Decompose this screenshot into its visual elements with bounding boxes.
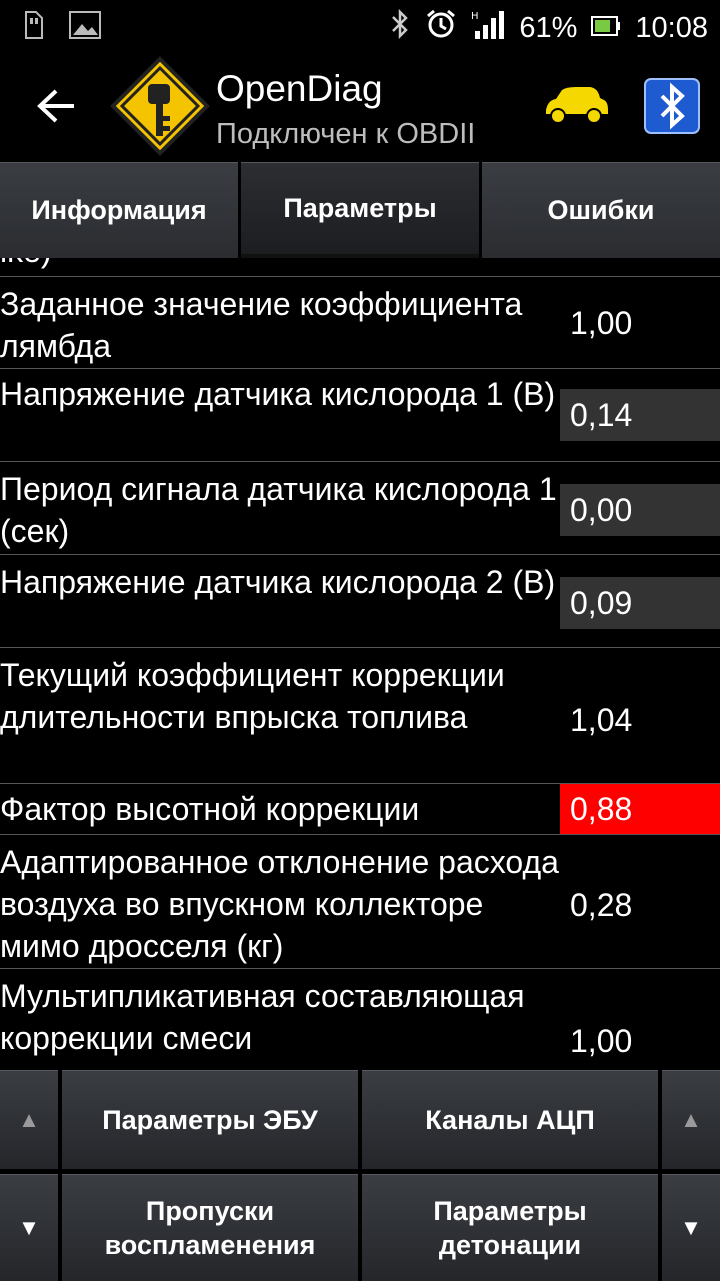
param-value-alert: 0,88 bbox=[560, 784, 720, 834]
list-item[interactable]: Адаптированное отклонение расхода воздух… bbox=[0, 834, 720, 969]
param-label: Период сигнала датчика кислорода 1 (сек) bbox=[0, 471, 557, 549]
battery-icon bbox=[591, 12, 621, 45]
list-item[interactable]: Напряжение датчика кислорода 2 (В) 0,09 bbox=[0, 554, 720, 648]
param-label: Напряжение датчика кислорода 1 (В) bbox=[0, 376, 556, 412]
misfire-button[interactable]: Пропуски воспламенения bbox=[62, 1174, 358, 1281]
param-label: Текущий коэффициент коррекции длительнос… bbox=[0, 657, 505, 735]
parameter-list[interactable]: ike) Заданное значение коэффициента лямб… bbox=[0, 258, 720, 1066]
param-label: Адаптированное отклонение расхода воздух… bbox=[0, 844, 559, 964]
param-value: 0,09 bbox=[560, 577, 720, 629]
list-item[interactable]: Текущий коэффициент коррекции длительнос… bbox=[0, 647, 720, 784]
knock-params-button[interactable]: Параметры детонации bbox=[362, 1174, 658, 1281]
scroll-down-left-button[interactable]: ▼ bbox=[0, 1174, 58, 1281]
arrow-down-icon: ▼ bbox=[680, 1215, 702, 1240]
partial-row-text: ike) bbox=[0, 258, 52, 272]
bottom-panel: ▲ Параметры ЭБУ Каналы АЦП ▲ ▼ Пропуски … bbox=[0, 1066, 720, 1281]
car-icon[interactable] bbox=[540, 86, 610, 126]
status-bar: H 61% 10:08 bbox=[0, 0, 720, 50]
ecu-params-button[interactable]: Параметры ЭБУ bbox=[62, 1070, 358, 1169]
action-bar: OpenDiag Подключен к OBDII bbox=[0, 50, 720, 162]
param-label: Заданное значение коэффициента лямбда bbox=[0, 286, 523, 364]
misfire-button-label: Пропуски воспламенения bbox=[104, 1196, 316, 1260]
list-item[interactable]: Период сигнала датчика кислорода 1 (сек)… bbox=[0, 461, 720, 555]
gallery-icon bbox=[68, 10, 102, 45]
scroll-down-right-button[interactable]: ▼ bbox=[662, 1174, 720, 1281]
arrow-up-icon: ▲ bbox=[18, 1107, 40, 1132]
arrow-up-icon: ▲ bbox=[680, 1107, 702, 1132]
knock-button-label: Параметры детонации bbox=[433, 1196, 587, 1260]
param-value: 1,04 bbox=[570, 702, 633, 738]
clock: 10:08 bbox=[635, 11, 708, 44]
param-label: Напряжение датчика кислорода 2 (В) bbox=[0, 564, 556, 600]
param-label: Мультипликативная составляющая коррекции… bbox=[0, 978, 525, 1056]
param-value: 0,00 bbox=[560, 484, 720, 536]
tab-bar: Информация Параметры Ошибки bbox=[0, 162, 720, 258]
param-value: 1,00 bbox=[570, 1023, 633, 1059]
svg-text:H: H bbox=[471, 11, 479, 22]
bluetooth-elm327-icon[interactable] bbox=[644, 78, 700, 134]
adc-channels-button[interactable]: Каналы АЦП bbox=[362, 1070, 658, 1169]
sd-card-icon bbox=[22, 10, 46, 45]
app-logo-icon bbox=[110, 56, 210, 156]
list-item[interactable]: Напряжение датчика кислорода 1 (В) 0,14 bbox=[0, 368, 720, 462]
param-value: 0,14 bbox=[560, 389, 720, 441]
bluetooth-status-icon bbox=[389, 8, 411, 48]
tab-parameters[interactable]: Параметры bbox=[241, 162, 479, 258]
param-value: 1,00 bbox=[570, 305, 633, 341]
connection-status: Подключен к OBDII bbox=[216, 118, 476, 150]
list-item[interactable]: Фактор высотной коррекции 0,88 bbox=[0, 783, 720, 835]
param-label: Фактор высотной коррекции bbox=[0, 791, 420, 827]
alarm-icon bbox=[425, 8, 457, 48]
arrow-down-icon: ▼ bbox=[18, 1215, 40, 1240]
signal-icon: H bbox=[471, 9, 505, 47]
list-item[interactable]: Мультипликативная составляющая коррекции… bbox=[0, 968, 720, 1066]
battery-percent: 61% bbox=[519, 11, 578, 44]
tab-information[interactable]: Информация bbox=[0, 162, 238, 258]
scroll-up-left-button[interactable]: ▲ bbox=[0, 1070, 58, 1169]
back-arrow-icon[interactable] bbox=[36, 88, 76, 124]
scroll-up-right-button[interactable]: ▲ bbox=[662, 1070, 720, 1169]
app-title: OpenDiag bbox=[216, 68, 383, 109]
tab-errors[interactable]: Ошибки bbox=[482, 162, 720, 258]
list-item[interactable]: Заданное значение коэффициента лямбда 1,… bbox=[0, 276, 720, 369]
param-value: 0,28 bbox=[570, 887, 633, 923]
